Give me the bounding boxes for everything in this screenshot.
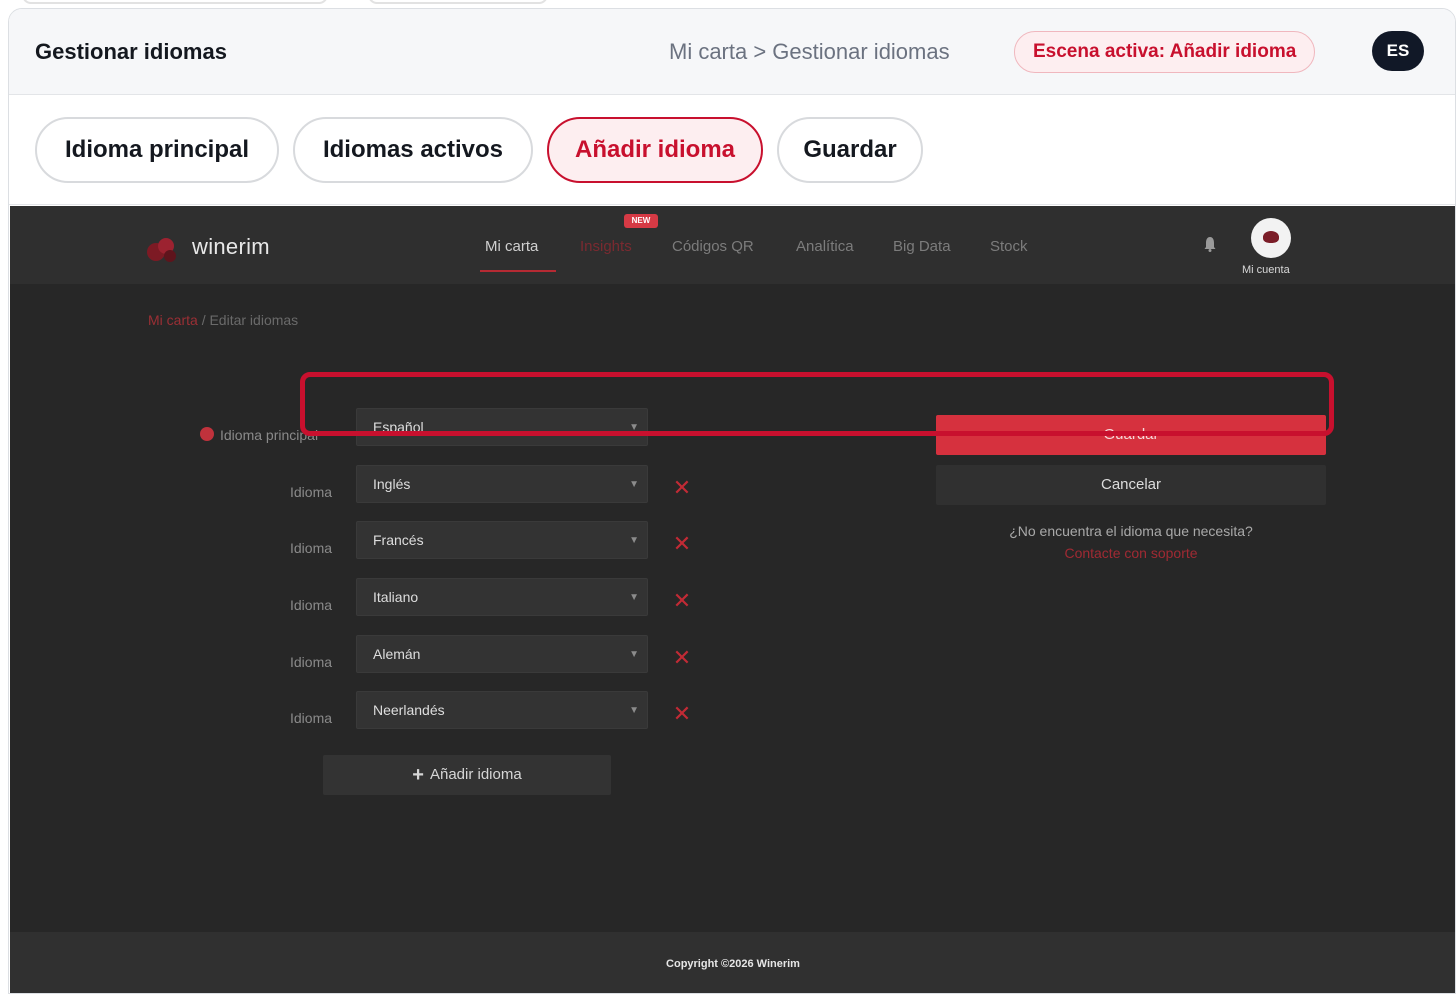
chevron-down-icon: ▼ — [629, 535, 639, 546]
language-select[interactable]: Neerlandés ▼ — [356, 691, 648, 729]
chip-anadir-idioma[interactable]: Añadir idioma — [547, 117, 763, 183]
breadcrumb: Mi carta > Gestionar idiomas — [669, 39, 950, 64]
nav-mi-carta[interactable]: Mi carta — [485, 238, 538, 255]
language-row-label: Idioma — [290, 484, 333, 500]
page-title: Gestionar idiomas — [35, 39, 227, 64]
language-badge[interactable]: ES — [1372, 31, 1424, 71]
chevron-down-icon: ▼ — [629, 592, 639, 603]
remove-language-icon[interactable]: ✕ — [672, 703, 692, 725]
nav-active-indicator — [480, 270, 556, 272]
language-select[interactable]: Inglés ▼ — [356, 465, 648, 503]
app-breadcrumb: Mi carta / Editar idiomas — [148, 312, 298, 328]
required-dot-icon — [200, 427, 214, 441]
language-row-label: Idioma — [290, 597, 333, 613]
plus-icon: + — [412, 764, 424, 786]
remove-language-icon[interactable]: ✕ — [672, 477, 692, 499]
peek-tab — [22, 0, 328, 4]
help-text: ¿No encuentra el idioma que necesita? — [1009, 523, 1253, 539]
embedded-app: winerim Mi carta NEW Insights Códigos QR… — [10, 206, 1455, 993]
breadcrumb-separator: / — [201, 312, 206, 328]
language-row-label: Idioma — [290, 540, 333, 556]
chip-idiomas-activos[interactable]: Idiomas activos — [293, 117, 533, 183]
breadcrumb-link-mi-carta[interactable]: Mi carta — [148, 312, 198, 328]
language-select[interactable]: Italiano ▼ — [356, 578, 648, 616]
chip-guardar[interactable]: Guardar — [777, 117, 923, 183]
step-chips: Idioma principal Idiomas activos Añadir … — [9, 95, 1455, 205]
avatar[interactable] — [1251, 218, 1291, 258]
remove-language-icon[interactable]: ✕ — [672, 590, 692, 612]
language-value: Francés — [373, 532, 424, 548]
cancel-button[interactable]: Cancelar — [936, 465, 1326, 505]
bell-icon[interactable] — [1204, 236, 1216, 252]
account-label[interactable]: Mi cuenta — [1242, 264, 1290, 276]
copyright-text: Copyright ©2026 Winerim — [666, 958, 800, 970]
add-language-button[interactable]: + Añadir idioma — [323, 755, 611, 795]
app-footer: Copyright ©2026 Winerim — [10, 932, 1455, 993]
nav-stock[interactable]: Stock — [990, 238, 1028, 255]
winerim-logo-icon[interactable] — [146, 234, 180, 264]
previous-tabs-strip — [0, 0, 1456, 8]
chevron-down-icon: ▼ — [629, 649, 639, 660]
new-badge: NEW — [624, 214, 658, 228]
nav-insights[interactable]: Insights — [580, 238, 632, 255]
app-logo-text[interactable]: winerim — [192, 234, 270, 260]
language-value: Neerlandés — [373, 702, 445, 718]
language-value: Italiano — [373, 589, 419, 605]
remove-language-icon[interactable]: ✕ — [672, 533, 692, 555]
peek-tab — [368, 0, 548, 4]
language-value: Alemán — [373, 646, 421, 662]
help-text-block: ¿No encuentra el idioma que necesita? Co… — [936, 520, 1326, 564]
nav-codigos-qr[interactable]: Códigos QR — [672, 238, 754, 255]
focus-highlight-box — [300, 372, 1334, 436]
nav-analitica[interactable]: Analítica — [796, 238, 854, 255]
remove-language-icon[interactable]: ✕ — [672, 647, 692, 669]
language-row-label: Idioma — [290, 654, 333, 670]
chevron-down-icon: ▼ — [629, 479, 639, 490]
add-language-label: Añadir idioma — [429, 766, 522, 783]
language-select[interactable]: Alemán ▼ — [356, 635, 648, 673]
nav-big-data[interactable]: Big Data — [893, 238, 951, 255]
language-value: Inglés — [373, 476, 411, 492]
chip-idioma-principal[interactable]: Idioma principal — [35, 117, 279, 183]
scene-header: Gestionar idiomas Mi carta > Gestionar i… — [9, 9, 1455, 95]
status-badge: Escena activa: Añadir idioma — [1014, 31, 1316, 73]
app-navbar: winerim Mi carta NEW Insights Códigos QR… — [10, 206, 1455, 284]
breadcrumb-current: Editar idiomas — [209, 312, 299, 328]
scene-frame: Gestionar idiomas Mi carta > Gestionar i… — [8, 8, 1456, 994]
language-select[interactable]: Francés ▼ — [356, 521, 648, 559]
language-row-label: Idioma — [290, 710, 333, 726]
contact-support-link[interactable]: Contacte con soporte — [936, 542, 1326, 564]
chevron-down-icon: ▼ — [629, 705, 639, 716]
